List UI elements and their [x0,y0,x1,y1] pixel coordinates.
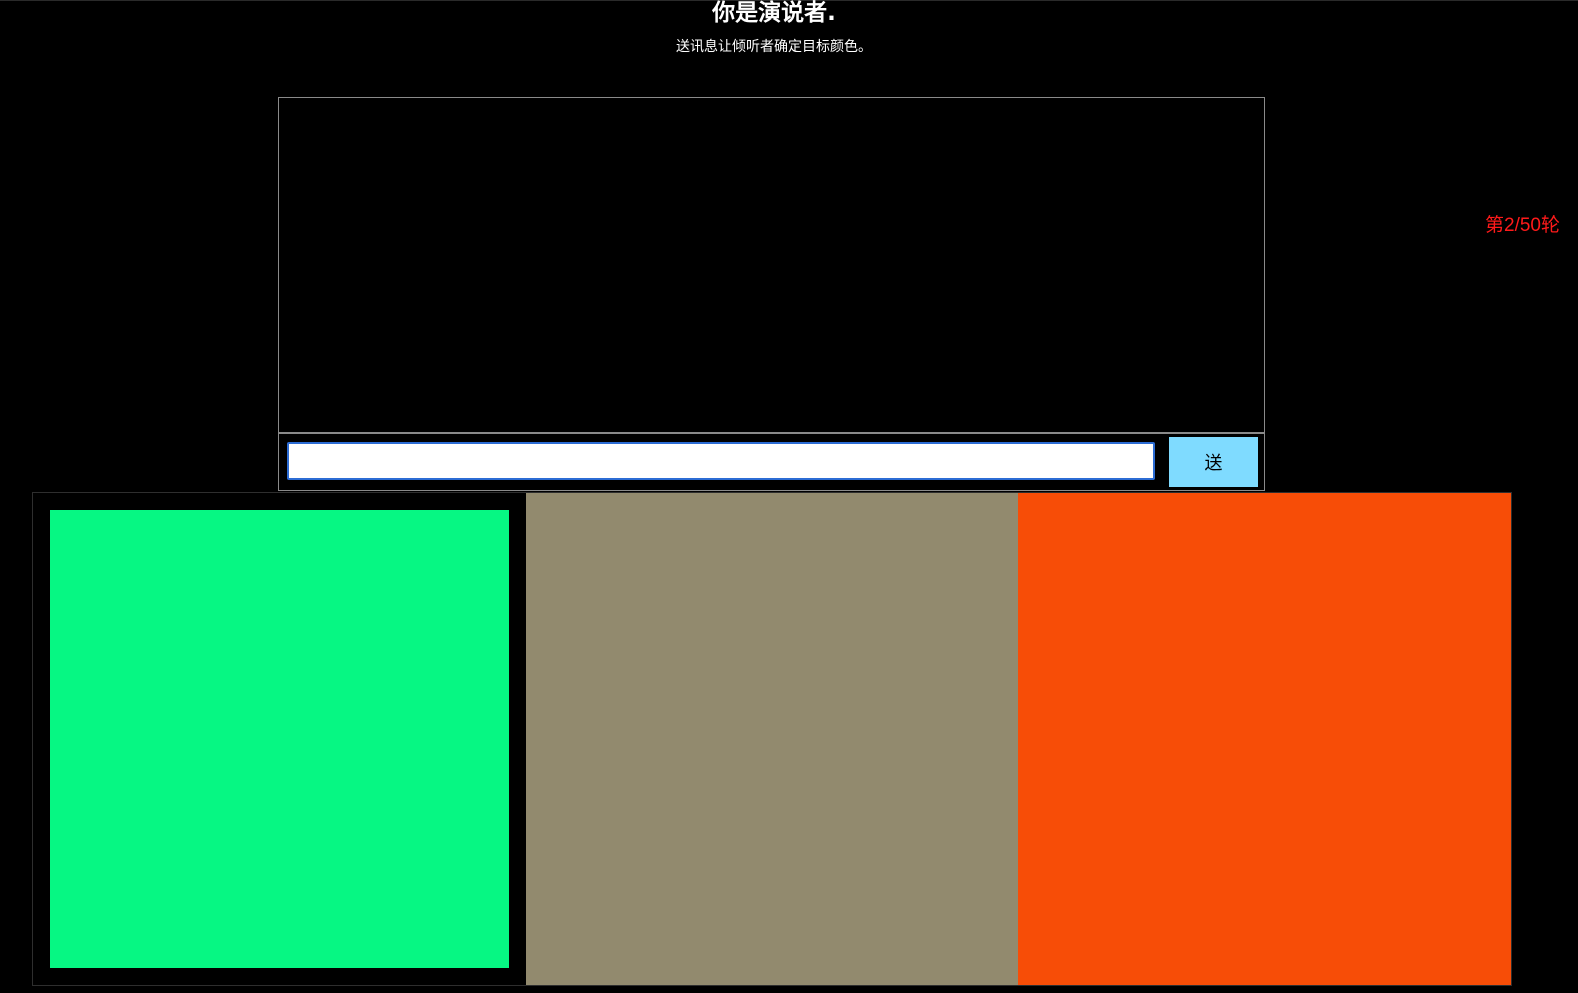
round-counter: 第2/50轮 [1485,215,1560,236]
page-title: 你是演说者. [712,0,836,26]
target-color-swatch[interactable] [50,510,509,968]
page-subtitle: 送讯息让倾听者确定目标颜色。 [676,39,872,55]
speaker-screen: 你是演说者. 送讯息让倾听者确定目标颜色。 第2/50轮 送 [0,0,1578,993]
color-swatch-2[interactable] [526,493,1018,985]
color-choices [32,492,1512,986]
message-input[interactable] [287,442,1155,480]
color-swatch-3[interactable] [1018,493,1511,985]
chat-log[interactable] [278,97,1265,433]
message-bar: 送 [278,433,1265,491]
color-swatch-1[interactable] [33,493,526,985]
send-button[interactable]: 送 [1169,437,1258,487]
